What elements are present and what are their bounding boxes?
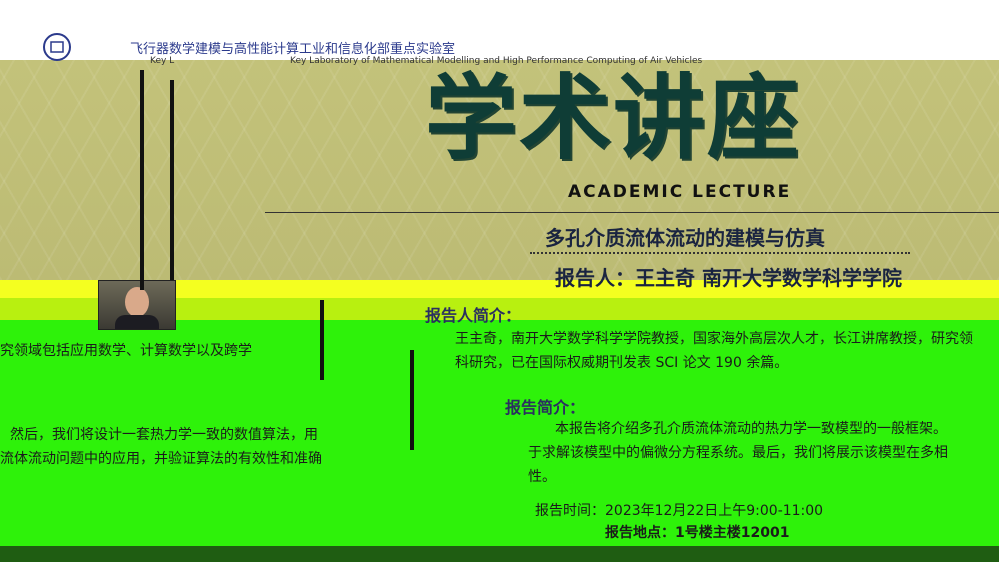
speaker-face (125, 287, 149, 317)
bottom-band (0, 546, 999, 562)
university-seal-icon (43, 33, 71, 61)
lecture-time: 报告时间：2023年12月22日上午9:00-11:00 (535, 503, 824, 519)
glitch-bar (140, 70, 144, 290)
abstract-heading: 报告简介： (505, 398, 586, 417)
lecture-title: 多孔介质流体流动的建模与仿真 (545, 226, 825, 250)
speaker-intro-heading: 报告人简介： (425, 306, 522, 325)
abstract-left-line1: 然后，我们将设计一套热力学一致的数值算法，用 (10, 427, 318, 443)
speaker-intro-left-fragment: 究领域包括应用数学、计算数学以及跨学 (0, 343, 252, 359)
abstract-line1: 本报告将介绍多孔介质流体流动的热力学一致模型的一般框架。 (555, 421, 947, 437)
lab-name-cn: 飞行器数学建模与高性能计算工业和信息化部重点实验室 (130, 42, 456, 57)
speaker-suit (115, 315, 159, 329)
abstract-line3: 性。 (528, 469, 556, 485)
abstract-line2: 于求解该模型中的偏微分方程系统。最后，我们将展示该模型在多相 (528, 445, 948, 461)
speaker-line: 报告人：王主奇 南开大学数学科学学院 (555, 266, 902, 290)
glitch-bar (170, 80, 174, 280)
poster-title: 学术讲座 (425, 64, 802, 172)
glitch-bar (410, 350, 414, 450)
divider (265, 212, 999, 213)
lab-name-en-fragment: Key L (150, 56, 175, 66)
lecture-place: 报告地点：1号楼主楼12001 (605, 525, 790, 541)
speaker-intro-line2: 科研究，已在国际权威期刊发表 SCI 论文 190 余篇。 (455, 355, 789, 371)
abstract-left-line2: 流体流动问题中的应用，并验证算法的有效性和准确 (0, 451, 322, 467)
speaker-photo (98, 280, 176, 330)
glitch-bar (320, 300, 324, 380)
speaker-intro-line1: 王主奇，南开大学数学科学学院教授，国家海外高层次人才，长江讲席教授，研究领 (455, 331, 973, 347)
dotted-divider (530, 252, 910, 254)
poster-subtitle: ACADEMIC LECTURE (568, 182, 792, 202)
